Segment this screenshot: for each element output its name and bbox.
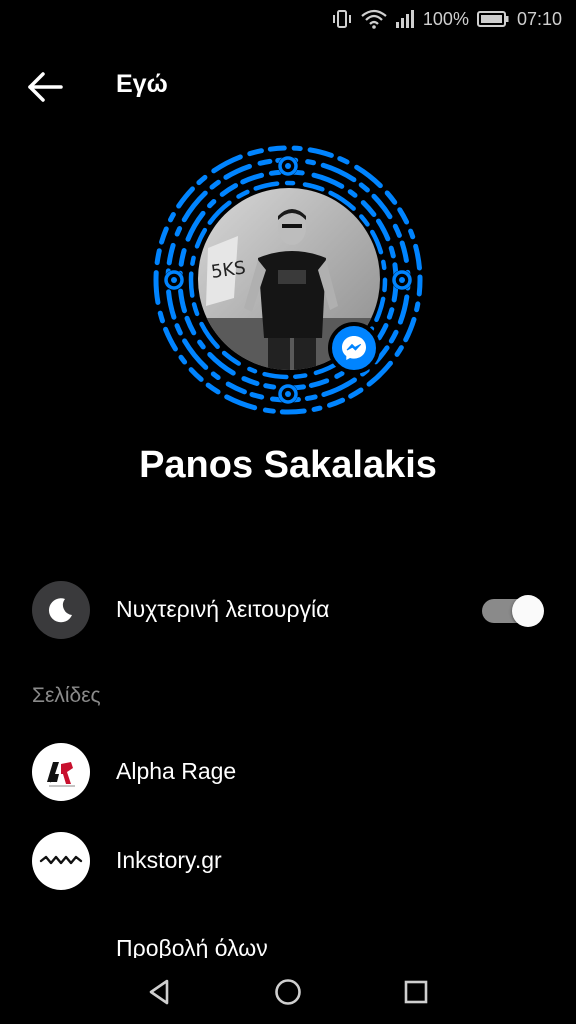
wave-icon (32, 832, 90, 890)
toggle-thumb (512, 595, 544, 627)
arrow-left-icon (28, 72, 63, 102)
wifi-icon (361, 9, 387, 29)
navigation-bar (0, 958, 576, 1024)
profile-name: Panos Sakalakis (139, 444, 437, 486)
clock: 07:10 (516, 8, 562, 29)
vibrate-icon (331, 9, 353, 29)
messenger-logo-icon (328, 322, 380, 374)
code-anchor-bottom (278, 384, 298, 404)
signal-icon (395, 10, 415, 28)
page-item-alpha-rage[interactable]: Alpha Rage (0, 734, 576, 810)
battery-percent: 100% (422, 8, 469, 29)
alpha-rage-logo-icon (32, 743, 90, 801)
night-mode-toggle[interactable] (482, 595, 544, 627)
code-anchor-right (392, 270, 412, 290)
night-mode-row[interactable]: Νυχτερινή λειτουργία (0, 572, 576, 648)
page-item-inkstory[interactable]: Inkstory.gr (0, 823, 576, 899)
page-title: Εγώ (116, 70, 168, 98)
back-button[interactable] (22, 64, 68, 110)
recents-square-icon (404, 980, 428, 1004)
status-bar: 100% 07:10 (0, 0, 576, 38)
night-mode-label: Νυχτερινή λειτουργία (116, 596, 330, 622)
page-item-label: Inkstory.gr (116, 847, 222, 873)
battery-icon (476, 10, 509, 28)
nav-back-button[interactable] (138, 970, 182, 1014)
back-triangle-icon (149, 979, 169, 1005)
moon-icon (32, 581, 90, 639)
nav-home-button[interactable] (266, 970, 310, 1014)
nav-recents-button[interactable] (394, 970, 438, 1014)
code-anchor-top (278, 156, 298, 176)
app-bar: Εγώ (0, 58, 576, 114)
pages-section-header: Σελίδες (32, 684, 101, 707)
page-item-label: Alpha Rage (116, 758, 237, 784)
home-circle-icon (275, 979, 301, 1005)
code-anchor-left (164, 270, 184, 290)
